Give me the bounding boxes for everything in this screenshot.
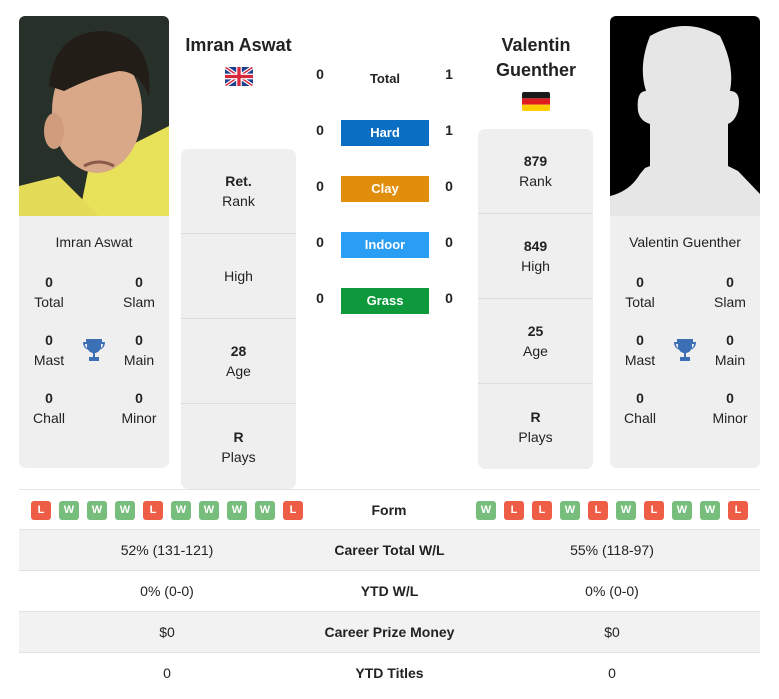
h2h-hard-row: 0 Hard 1 [310,120,460,146]
player2-name-line1: Valentin [501,35,571,55]
player2-name[interactable]: Valentin Guenther [470,33,602,83]
player2-card-name: Valentin Guenther [629,234,741,250]
h2h-indoor-p1: 0 [316,234,324,250]
player2-name-line2: Guenther [495,60,576,80]
form-badge-win[interactable]: W [476,501,496,520]
form-badge-win[interactable]: W [255,501,275,520]
player1-titles-card: Imran Aswat 0 Total 0 Slam 0 Mast 0 Main 0 Ch… [19,216,169,468]
player2-titles-minor: 0 Minor [712,390,748,426]
trophy-icon [670,330,700,370]
h2h-total-label: Total [369,71,401,86]
form-badge-win[interactable]: W [560,501,580,520]
player1-stats-panel: Ret. Rank High 28 Age R Plays [181,149,296,489]
player1-age: 28 Age [181,319,296,404]
row-label: Career Prize Money [324,624,455,640]
h2h-total-p2: 1 [445,66,453,82]
player1-form-badges: LWWWLWWWWL [31,501,303,520]
player2-stats-panel: 879 Rank 849 High 25 Age R Plays [478,129,593,469]
form-badge-loss[interactable]: L [283,501,303,520]
h2h-hard-badge[interactable]: Hard [341,120,429,146]
form-badge-loss[interactable]: L [728,501,748,520]
player2-age: 25 Age [478,299,593,384]
player2-titles-card: Valentin Guenther 0 Total 0 Slam 0 Mast 0 Ma… [610,216,760,468]
table-row-prize-money: $0 Career Prize Money $0 [19,612,760,653]
h2h-indoor-row: 0 Indoor 0 [310,232,460,258]
table-row-ytd-wl: 0% (0-0) YTD W/L 0% (0-0) [19,571,760,612]
player2-high: 849 High [478,214,593,299]
h2h-total-row: 0 Total 1 [310,64,460,90]
h2h-clay-p1: 0 [316,178,324,194]
form-row: LWWWLWWWWL Form WLLWLWLWWL [19,489,760,530]
player2-prize-money: $0 [604,624,620,640]
player1-name[interactable]: Imran Aswat [170,33,307,58]
h2h-grass-row: 0 Grass 0 [310,288,460,314]
h2h-clay-badge[interactable]: Clay [341,176,429,202]
player2-titles-mast: 0 Mast [624,332,656,368]
form-badge-win[interactable]: W [672,501,692,520]
player1-titles-main: 0 Main [123,332,155,368]
player2-titles-chall: 0 Chall [624,390,656,426]
h2h-indoor-badge[interactable]: Indoor [341,232,429,258]
germany-flag-icon [522,92,550,111]
uk-flag-icon [225,67,253,86]
h2h-clay-row: 0 Clay 0 [310,176,460,202]
player2-titles-slam: 0 Slam [714,274,746,310]
player2-ytd-wl: 0% (0-0) [585,583,639,599]
player2-career-wl: 55% (118-97) [570,542,654,558]
h2h-clay-p2: 0 [445,178,453,194]
form-badge-win[interactable]: W [115,501,135,520]
player1-titles-total: 0 Total [34,274,64,310]
player2-ytd-titles: 0 [608,665,616,681]
player1-ytd-wl: 0% (0-0) [140,583,194,599]
h2h-grass-p1: 0 [316,290,324,306]
form-badge-win[interactable]: W [700,501,720,520]
h2h-indoor-p2: 0 [445,234,453,250]
form-badge-win[interactable]: W [227,501,247,520]
row-label: YTD Titles [355,665,424,681]
player1-ytd-titles: 0 [163,665,171,681]
player2-form-badges: WLLWLWLWWL [476,501,748,520]
form-badge-loss[interactable]: L [532,501,552,520]
player1-photo [19,16,169,216]
player2-plays: R Plays [518,408,553,445]
form-badge-win[interactable]: W [616,501,636,520]
player1-career-wl: 52% (131-121) [120,542,214,558]
form-badge-loss[interactable]: L [31,501,51,520]
player2-photo-silhouette [610,16,760,216]
form-badge-loss[interactable]: L [504,501,524,520]
player1-rank: Ret. Rank [181,149,296,234]
player1-prize-money: $0 [159,624,175,640]
form-badge-win[interactable]: W [87,501,107,520]
player1-titles-mast: 0 Mast [33,332,65,368]
h2h-total-p1: 0 [316,66,324,82]
player1-high: High [181,234,296,319]
player1-plays: R Plays [221,428,256,465]
h2h-grass-badge[interactable]: Grass [341,288,429,314]
player1-card-name: Imran Aswat [55,234,133,250]
table-row-career-total: 52% (131-121) Career Total W/L 55% (118-… [19,530,760,571]
player1-titles-slam: 0 Slam [123,274,155,310]
h2h-grass-p2: 0 [445,290,453,306]
row-label: Career Total W/L [334,542,445,558]
player1-titles-minor: 0 Minor [121,390,157,426]
h2h-hard-p2: 1 [445,122,453,138]
form-badge-loss[interactable]: L [644,501,664,520]
player2-titles-total: 0 Total [625,274,655,310]
form-badge-win[interactable]: W [171,501,191,520]
row-label: YTD W/L [360,583,419,599]
trophy-icon [79,330,109,370]
form-label: Form [371,502,407,518]
form-badge-loss[interactable]: L [588,501,608,520]
table-row-ytd-titles: 0 YTD Titles 0 [19,653,760,694]
player1-titles-chall: 0 Chall [33,390,65,426]
form-badge-loss[interactable]: L [143,501,163,520]
h2h-hard-p1: 0 [316,122,324,138]
player2-rank: 879 Rank [478,129,593,214]
form-badge-win[interactable]: W [59,501,79,520]
player2-titles-main: 0 Main [714,332,746,368]
form-badge-win[interactable]: W [199,501,219,520]
